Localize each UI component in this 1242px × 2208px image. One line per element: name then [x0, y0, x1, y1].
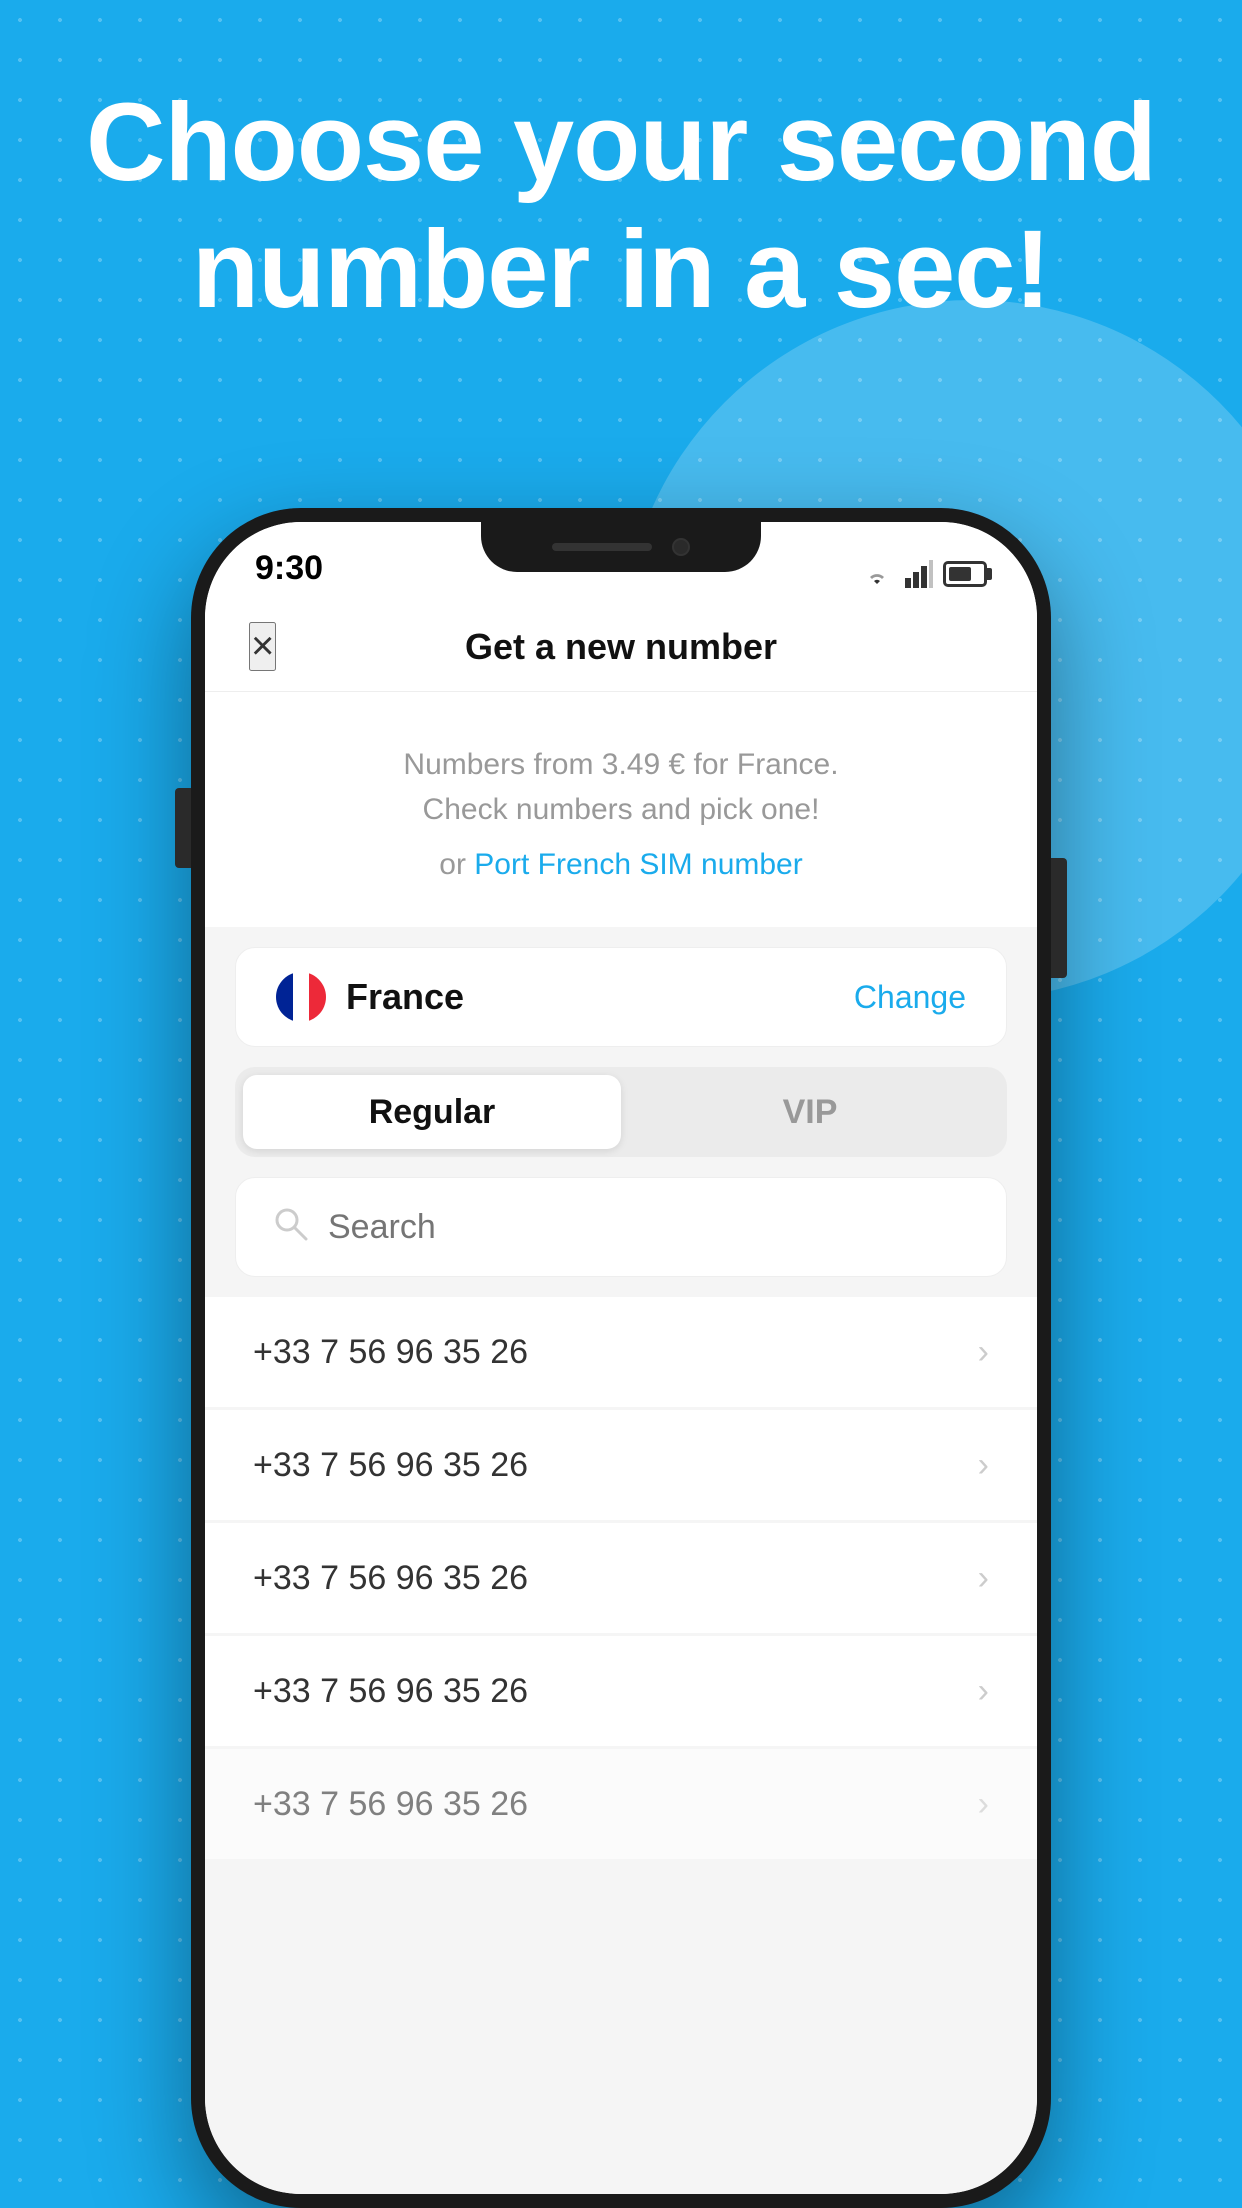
battery-icon: [943, 561, 987, 587]
chevron-right-icon: ›: [978, 1333, 989, 1372]
phone-number: +33 7 56 96 35 26: [253, 1785, 528, 1824]
change-country-button[interactable]: Change: [854, 979, 966, 1016]
hero-section: Choose your second number in a sec!: [0, 80, 1242, 333]
search-box: [235, 1177, 1007, 1277]
france-flag: [276, 972, 326, 1022]
app-content: Numbers from 3.49 € for France.Check num…: [205, 692, 1037, 2194]
info-section: Numbers from 3.49 € for France.Check num…: [205, 692, 1037, 927]
close-button[interactable]: ×: [249, 622, 276, 671]
phone-number: +33 7 56 96 35 26: [253, 1559, 528, 1598]
chevron-right-icon: ›: [978, 1785, 989, 1824]
country-name: France: [346, 976, 464, 1018]
phone-number: +33 7 56 96 35 26: [253, 1333, 528, 1372]
phone-number: +33 7 56 96 35 26: [253, 1672, 528, 1711]
chevron-right-icon: ›: [978, 1672, 989, 1711]
app-header: × Get a new number: [205, 602, 1037, 692]
notch-camera: [672, 538, 690, 556]
port-link-line: or Port French SIM number: [255, 842, 987, 887]
search-input[interactable]: [328, 1208, 970, 1247]
phone-frame: 9:30: [191, 508, 1051, 2208]
phone-number: +33 7 56 96 35 26: [253, 1446, 528, 1485]
flag-white: [293, 972, 310, 1022]
phone-screen: 9:30: [205, 522, 1037, 2194]
flag-blue: [276, 972, 293, 1022]
tab-vip[interactable]: VIP: [621, 1075, 999, 1149]
chevron-right-icon: ›: [978, 1559, 989, 1598]
status-icons: [859, 560, 987, 588]
number-list: +33 7 56 96 35 26 › +33 7 56 96 35 26 › …: [205, 1297, 1037, 2194]
list-item[interactable]: +33 7 56 96 35 26 ›: [205, 1297, 1037, 1407]
country-selector[interactable]: France Change: [235, 947, 1007, 1047]
search-icon: [272, 1205, 308, 1250]
tab-switcher: Regular VIP: [235, 1067, 1007, 1157]
list-item[interactable]: +33 7 56 96 35 26 ›: [205, 1749, 1037, 1859]
tab-regular[interactable]: Regular: [243, 1075, 621, 1149]
phone-mockup: 9:30: [191, 508, 1051, 2208]
country-left: France: [276, 972, 464, 1022]
list-item[interactable]: +33 7 56 96 35 26 ›: [205, 1523, 1037, 1633]
flag-red: [309, 972, 326, 1022]
status-time: 9:30: [255, 549, 323, 588]
chevron-right-icon: ›: [978, 1446, 989, 1485]
notch-speaker: [552, 543, 652, 551]
port-link-prefix: or: [439, 848, 474, 881]
hero-line1: Choose your second: [86, 81, 1156, 204]
port-sim-link[interactable]: Port French SIM number: [474, 848, 802, 881]
hero-line2: number in a sec!: [192, 208, 1050, 331]
signal-icon: [905, 560, 933, 588]
header-title: Get a new number: [465, 626, 777, 668]
phone-notch: [481, 522, 761, 572]
list-item[interactable]: +33 7 56 96 35 26 ›: [205, 1636, 1037, 1746]
info-description: Numbers from 3.49 € for France.Check num…: [255, 742, 987, 832]
wifi-icon: [859, 560, 895, 588]
list-item[interactable]: +33 7 56 96 35 26 ›: [205, 1410, 1037, 1520]
